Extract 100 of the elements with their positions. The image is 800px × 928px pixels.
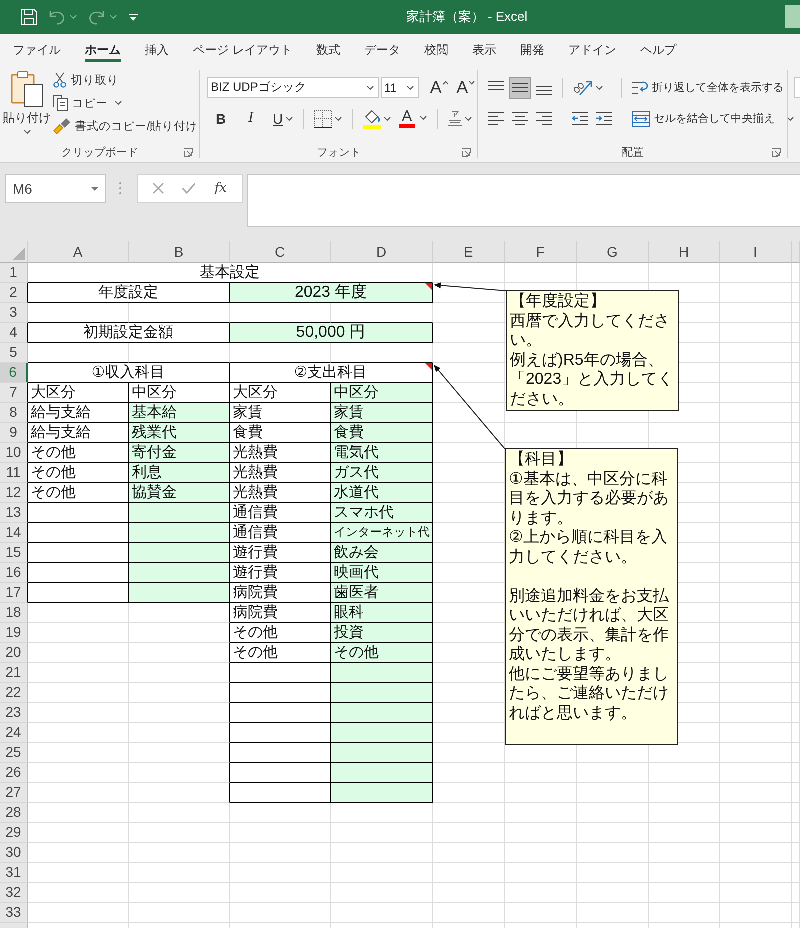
- setting-value: 2023 年度: [230, 283, 433, 303]
- font-color-button[interactable]: A: [396, 108, 430, 130]
- align-right-icon: [536, 112, 552, 125]
- underline-button[interactable]: U: [270, 108, 296, 130]
- table-cell: 基本給: [129, 403, 230, 423]
- ribbon-tab[interactable]: アドイン: [556, 34, 628, 66]
- table-cell: 歯医者: [331, 583, 433, 603]
- comment-text: ①基本は、中区分に科目を入力する必要があります。: [509, 470, 670, 528]
- column-header[interactable]: C: [230, 241, 331, 263]
- table-cell: 残業代: [129, 423, 230, 443]
- align-middle-button[interactable]: [509, 76, 531, 98]
- text-angle-icon: [573, 80, 593, 96]
- ribbon-tab[interactable]: 校閲: [412, 34, 460, 66]
- ribbon-tab[interactable]: 表示: [460, 34, 508, 66]
- insert-function-button[interactable]: fx: [212, 179, 229, 198]
- row-header[interactable]: 19: [0, 623, 28, 643]
- row-header[interactable]: 8: [0, 403, 28, 423]
- dialog-launcher-icon[interactable]: [772, 148, 781, 156]
- row-header[interactable]: 17: [0, 583, 28, 603]
- row-header[interactable]: 5: [0, 343, 28, 363]
- column-header[interactable]: I: [720, 241, 792, 263]
- row-header[interactable]: 18: [0, 603, 28, 623]
- row-header[interactable]: 6: [0, 363, 28, 383]
- dropdown-icon: [129, 14, 138, 20]
- italic-button[interactable]: I: [240, 108, 262, 130]
- row-header[interactable]: 16: [0, 563, 28, 583]
- ribbon-tab[interactable]: 数式: [304, 34, 352, 66]
- row-header[interactable]: 21: [0, 663, 28, 683]
- row-header[interactable]: 27: [0, 783, 28, 803]
- row-header[interactable]: 30: [0, 843, 28, 863]
- caret-icon: [407, 86, 414, 90]
- check-icon: [182, 183, 196, 194]
- row-header[interactable]: 28: [0, 803, 28, 823]
- wrap-text-button[interactable]: 折り返して全体を表示する: [629, 76, 787, 98]
- row-header[interactable]: 2: [0, 283, 28, 303]
- row-header[interactable]: 33: [0, 903, 28, 923]
- column-heading: 中区分: [331, 383, 433, 403]
- ribbon-tab[interactable]: ヘルプ: [628, 34, 688, 66]
- table-cell: 利息: [129, 463, 230, 483]
- column-header[interactable]: A: [28, 241, 129, 263]
- row-header[interactable]: 26: [0, 763, 28, 783]
- merge-center-button[interactable]: セルを結合して中央揃え: [629, 108, 797, 130]
- row-header[interactable]: 31: [0, 863, 28, 883]
- row-header[interactable]: 7: [0, 383, 28, 403]
- caret-icon: [91, 186, 99, 190]
- caret-icon: [469, 80, 475, 84]
- row-header[interactable]: 20: [0, 643, 28, 663]
- row-header[interactable]: 24: [0, 723, 28, 743]
- row-header[interactable]: 29: [0, 823, 28, 843]
- row-header[interactable]: 23: [0, 703, 28, 723]
- row-header[interactable]: 14: [0, 523, 28, 543]
- ribbon-tab[interactable]: ページ レイアウト: [181, 34, 304, 66]
- dialog-launcher-icon[interactable]: [462, 148, 471, 156]
- redo-icon: [89, 10, 105, 24]
- row-header[interactable]: 15: [0, 543, 28, 563]
- format-painter-button[interactable]: 書式のコピー/貼り付け: [51, 115, 200, 137]
- row-header[interactable]: 9: [0, 423, 28, 443]
- table-cell: 投資: [331, 623, 433, 643]
- font-name-dropdown[interactable]: BIZ UDPゴシック: [207, 77, 379, 98]
- row-header[interactable]: 32: [0, 883, 28, 903]
- align-center-icon: [512, 112, 528, 125]
- ribbon-tab[interactable]: 開発: [508, 34, 556, 66]
- ribbon-tab[interactable]: データ: [352, 34, 412, 66]
- row-header[interactable]: 13: [0, 503, 28, 523]
- paste-button[interactable]: 貼り付け: [3, 66, 51, 140]
- increase-font-size-button[interactable]: A: [427, 76, 452, 98]
- row-header[interactable]: 4: [0, 323, 28, 343]
- increase-indent-icon: [596, 112, 612, 125]
- cut-button[interactable]: 切り取り: [51, 69, 200, 91]
- row-header[interactable]: 22: [0, 683, 28, 703]
- row-header[interactable]: 12: [0, 483, 28, 503]
- column-header[interactable]: B: [129, 241, 230, 263]
- row-header[interactable]: 1: [0, 263, 28, 283]
- caret-icon: [286, 116, 294, 120]
- column-header[interactable]: G: [577, 241, 649, 263]
- setting-label: 年度設定: [28, 283, 230, 303]
- row-header[interactable]: 11: [0, 463, 28, 483]
- table-cell: スマホ代: [331, 503, 433, 523]
- decrease-font-size-button[interactable]: A: [454, 76, 478, 98]
- ribbon-tab[interactable]: ホーム: [73, 34, 133, 66]
- bold-button[interactable]: B: [210, 108, 232, 130]
- group-label: 配置: [622, 146, 644, 160]
- ribbon-tab[interactable]: ファイル: [1, 34, 73, 66]
- ribbon-tab[interactable]: 挿入: [133, 34, 181, 66]
- column-header[interactable]: E: [433, 241, 505, 263]
- formula-input[interactable]: [247, 174, 800, 227]
- row-header[interactable]: 3: [0, 303, 28, 323]
- row-header[interactable]: 10: [0, 443, 28, 463]
- row-header[interactable]: 25: [0, 743, 28, 763]
- copy-button[interactable]: コピー: [51, 92, 200, 114]
- comment-text: 【科目】: [509, 450, 574, 470]
- column-header[interactable]: D: [331, 241, 433, 263]
- font-size-dropdown[interactable]: 11: [380, 77, 420, 98]
- column-header[interactable]: H: [649, 241, 720, 263]
- comment-text: 【年度設定】: [510, 292, 607, 312]
- column-header[interactable]: F: [505, 241, 577, 263]
- comment-text: 他にご要望等ありましたら、ご連絡いただければと思います。: [509, 664, 670, 723]
- dialog-launcher-icon[interactable]: [184, 148, 193, 156]
- name-box[interactable]: M6: [5, 174, 106, 203]
- caret-icon: [115, 101, 122, 105]
